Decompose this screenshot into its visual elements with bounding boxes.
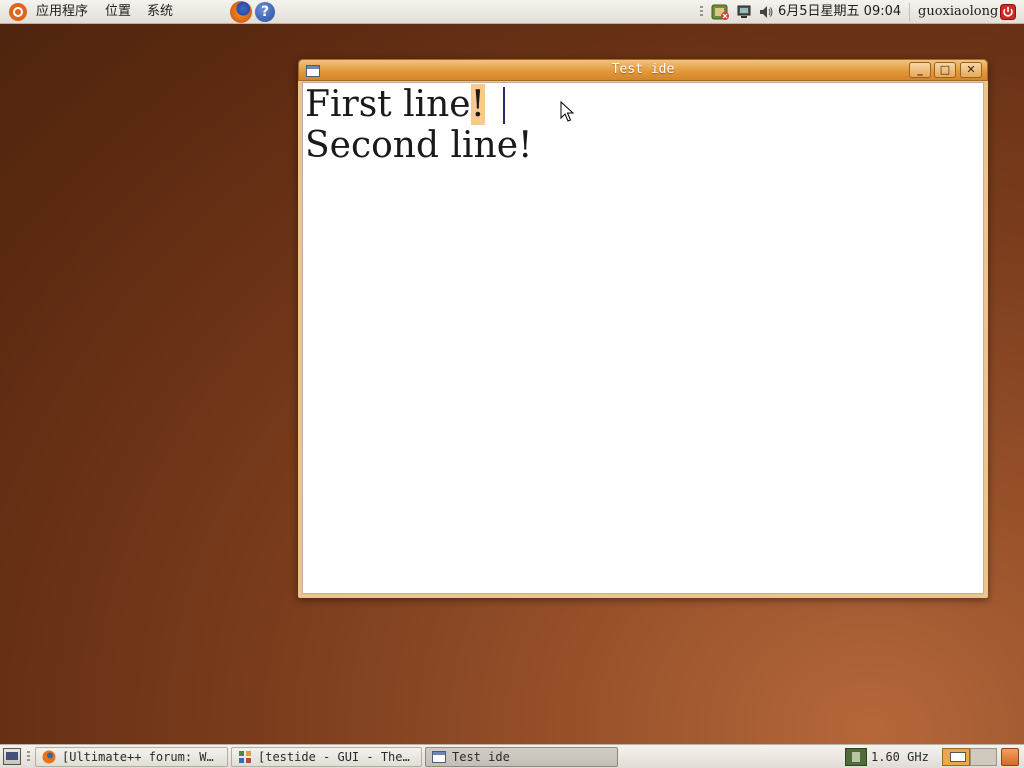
- ubuntu-logo-icon[interactable]: [9, 3, 27, 21]
- update-notifier-icon[interactable]: [710, 2, 730, 22]
- minimize-button[interactable]: _: [909, 62, 931, 78]
- panel-handle[interactable]: [700, 6, 703, 18]
- trash-icon[interactable]: [1001, 748, 1019, 766]
- menu-applications[interactable]: 应用程序: [36, 0, 88, 24]
- editor-line-1-text: First line: [305, 84, 471, 125]
- clock[interactable]: 6月5日星期五 09:04: [778, 0, 901, 24]
- task-label: Test ide: [452, 750, 510, 764]
- task-button-test-ide[interactable]: Test ide: [425, 747, 618, 767]
- task-label: [testide - GUI - The…: [258, 750, 410, 764]
- help-icon[interactable]: ?: [255, 2, 275, 22]
- maximize-button[interactable]: □: [934, 62, 956, 78]
- cpu-frequency[interactable]: 1.60 GHz: [871, 745, 929, 768]
- firefox-icon: [42, 750, 56, 764]
- editor-line-2: Second line!: [305, 125, 533, 166]
- bottom-panel: [Ultimate++ forum: W… [testide - GUI - T…: [0, 744, 1024, 768]
- close-button[interactable]: ✕: [960, 62, 982, 78]
- theide-icon: [239, 751, 251, 763]
- menu-places[interactable]: 位置: [105, 0, 131, 24]
- panel-separator: [909, 3, 910, 21]
- firefox-launcher-icon[interactable]: [230, 1, 252, 23]
- cpu-frequency-icon[interactable]: [845, 748, 867, 766]
- menu-system[interactable]: 系统: [147, 0, 173, 24]
- show-desktop-button[interactable]: [3, 748, 21, 765]
- network-icon[interactable]: [736, 4, 752, 20]
- text-caret: [503, 87, 505, 124]
- text-editor[interactable]: First line! Second line!: [302, 82, 984, 594]
- workspace-1[interactable]: [942, 748, 970, 766]
- workspace-2[interactable]: [970, 748, 997, 766]
- selection-highlight: !: [470, 84, 486, 125]
- shutdown-icon[interactable]: [1000, 4, 1016, 20]
- task-button-testide[interactable]: [testide - GUI - The…: [231, 747, 422, 767]
- panel-handle[interactable]: [27, 751, 30, 763]
- editor-line-1: First line!: [305, 84, 486, 126]
- mouse-pointer-icon: [560, 101, 575, 122]
- test-ide-window[interactable]: Test ide _ □ ✕ First line! Second line!: [298, 59, 988, 598]
- task-label: [Ultimate++ forum: W…: [62, 750, 214, 764]
- task-button-firefox[interactable]: [Ultimate++ forum: W…: [35, 747, 228, 767]
- window-titlebar[interactable]: Test ide _ □ ✕: [298, 59, 988, 81]
- window-icon: [432, 751, 446, 763]
- volume-icon[interactable]: [758, 4, 774, 20]
- top-panel: 应用程序 位置 系统 ? 6月5日星期五 09:04 guoxiaolong: [0, 0, 1024, 24]
- window-title: Test ide: [611, 62, 675, 77]
- user-name[interactable]: guoxiaolong: [918, 0, 998, 24]
